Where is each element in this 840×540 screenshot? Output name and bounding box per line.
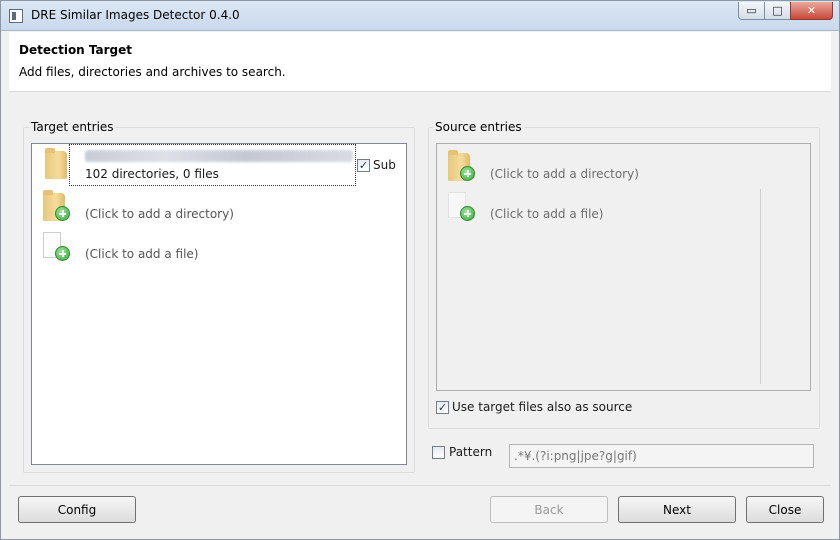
main-window: DRE Similar Images Detector 0.4.0 ▭ □ ✕ … bbox=[0, 0, 840, 540]
plus-icon bbox=[55, 206, 70, 221]
plus-icon bbox=[55, 246, 70, 261]
pattern-input[interactable]: .*¥.(?i:png|jpe?g|gif) bbox=[509, 444, 814, 468]
folder-icon bbox=[45, 148, 67, 179]
target-add-file[interactable]: (Click to add a file) bbox=[85, 247, 198, 261]
pattern-label: Pattern bbox=[449, 445, 493, 459]
close-icon: ✕ bbox=[806, 4, 817, 17]
footer-divider bbox=[9, 485, 831, 486]
source-list-scrollbar[interactable] bbox=[760, 189, 761, 384]
use-target-checkbox[interactable]: ✓ bbox=[436, 401, 449, 414]
close-window-button[interactable]: ✕ bbox=[790, 2, 833, 20]
pattern-checkbox[interactable] bbox=[432, 446, 445, 459]
source-add-directory[interactable]: (Click to add a directory) bbox=[490, 167, 639, 181]
back-button[interactable]: Back bbox=[490, 496, 608, 523]
maximize-button[interactable]: □ bbox=[764, 2, 791, 20]
use-target-label: Use target files also as source bbox=[452, 400, 633, 414]
window-title: DRE Similar Images Detector 0.4.0 bbox=[31, 8, 240, 22]
app-icon bbox=[9, 9, 23, 23]
source-entries-label: Source entries bbox=[433, 120, 524, 134]
target-entry-summary: 102 directories, 0 files bbox=[85, 167, 219, 181]
plus-icon bbox=[460, 166, 475, 181]
target-entries-label: Target entries bbox=[29, 120, 116, 134]
minimize-button[interactable]: ▭ bbox=[738, 2, 765, 20]
page-header: Detection Target Add files, directories … bbox=[9, 32, 831, 92]
page-title: Detection Target bbox=[19, 43, 133, 57]
config-button[interactable]: Config bbox=[18, 496, 136, 523]
target-add-directory[interactable]: (Click to add a directory) bbox=[85, 207, 234, 221]
page-subtitle: Add files, directories and archives to s… bbox=[19, 65, 286, 79]
close-button[interactable]: Close bbox=[746, 496, 824, 523]
source-add-file[interactable]: (Click to add a file) bbox=[490, 207, 603, 221]
sub-checkbox[interactable]: ✓ bbox=[357, 159, 370, 172]
next-button[interactable]: Next bbox=[618, 496, 736, 523]
window-controls: ▭ □ ✕ bbox=[738, 2, 833, 20]
target-entries-list[interactable] bbox=[31, 143, 407, 465]
title-bar[interactable]: DRE Similar Images Detector 0.4.0 ▭ □ ✕ bbox=[1, 1, 839, 31]
plus-icon bbox=[460, 206, 475, 221]
sub-checkbox-label: Sub bbox=[373, 158, 396, 172]
maximize-icon: □ bbox=[772, 4, 783, 17]
target-entry-path bbox=[85, 150, 353, 162]
minimize-icon: ▭ bbox=[746, 4, 757, 17]
